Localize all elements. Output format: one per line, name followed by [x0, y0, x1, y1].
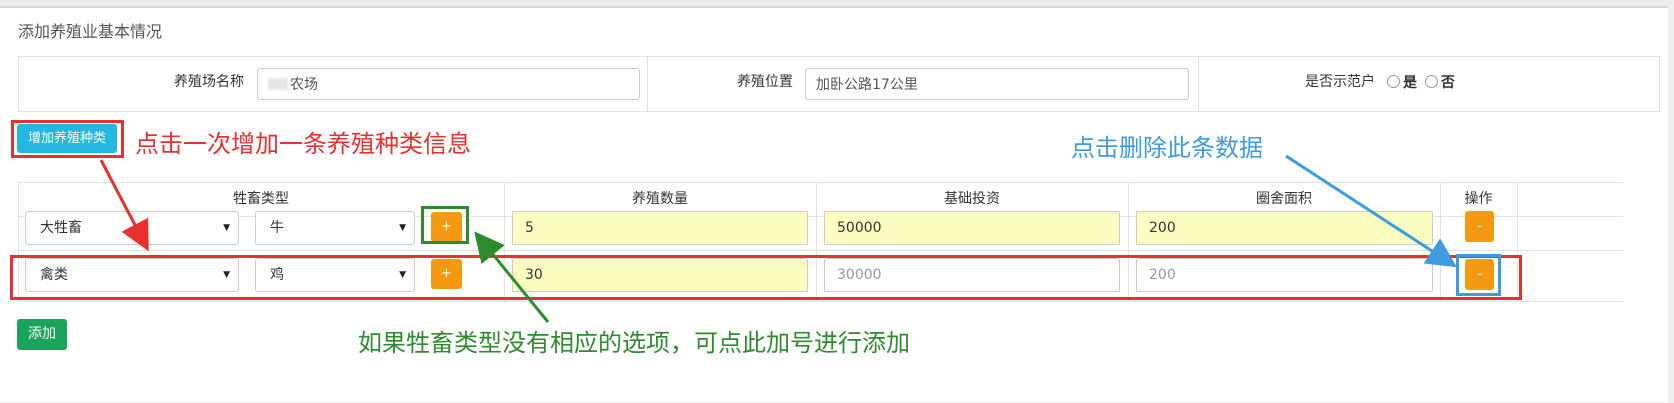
location-cell: 养殖位置 加卧公路17公里: [648, 57, 1199, 111]
row1-area-input[interactable]: 200: [1136, 211, 1433, 245]
grid-line: [18, 301, 1623, 302]
basic-info-row: 养殖场名称 农场 养殖位置 加卧公路17公里 是否示范户 是 否: [18, 56, 1660, 112]
caret-down-icon: ▼: [223, 223, 230, 233]
demo-radio-group: 是 否: [1387, 72, 1455, 92]
row1-quantity-input[interactable]: 5: [512, 211, 808, 245]
row1-investment-input[interactable]: 50000: [824, 211, 1120, 245]
blurred-text: [268, 78, 288, 90]
annotation-box-new-row: [10, 255, 1522, 300]
radio-no[interactable]: [1424, 75, 1438, 88]
row1-category-value: 大牲畜: [40, 220, 82, 236]
radio-no-label: 否: [1440, 75, 1455, 91]
annotation-delete-row: 点击删除此条数据: [1071, 134, 1263, 162]
annotation-plus-hint: 如果牲畜类型没有相应的选项，可点此加号进行添加: [358, 329, 910, 357]
location-input[interactable]: 加卧公路17公里: [805, 68, 1189, 100]
row1-delete-button[interactable]: -: [1465, 211, 1494, 242]
demo-label: 是否示范户: [1305, 74, 1375, 90]
location-label: 养殖位置: [737, 74, 793, 90]
farm-name-input[interactable]: 农场: [257, 68, 640, 100]
grid-line: [18, 250, 1623, 251]
row1-category-select[interactable]: 大牲畜 ▼: [25, 211, 239, 245]
annotation-box-add-species: [11, 120, 124, 158]
row1-animal-value: 牛: [270, 220, 284, 236]
caret-down-icon: ▼: [399, 223, 406, 233]
radio-yes-label: 是: [1403, 75, 1417, 91]
farm-name-label: 养殖场名称: [174, 74, 244, 90]
farm-name-value: 农场: [290, 77, 318, 93]
annotation-box-delete: [1456, 254, 1501, 296]
annotation-add-once: 点击一次增加一条养殖种类信息: [135, 130, 471, 158]
radio-yes[interactable]: [1387, 75, 1400, 88]
farm-name-cell: 养殖场名称 农场: [19, 57, 648, 111]
demo-cell: 是否示范户 是 否: [1199, 57, 1659, 111]
annotation-box-plus: [421, 206, 469, 244]
page-title: 添加养殖业基本情况: [18, 22, 163, 41]
grid-line: [18, 182, 1623, 183]
row1-animal-select[interactable]: 牛 ▼: [255, 211, 415, 245]
submit-add-button[interactable]: 添加: [17, 319, 67, 350]
